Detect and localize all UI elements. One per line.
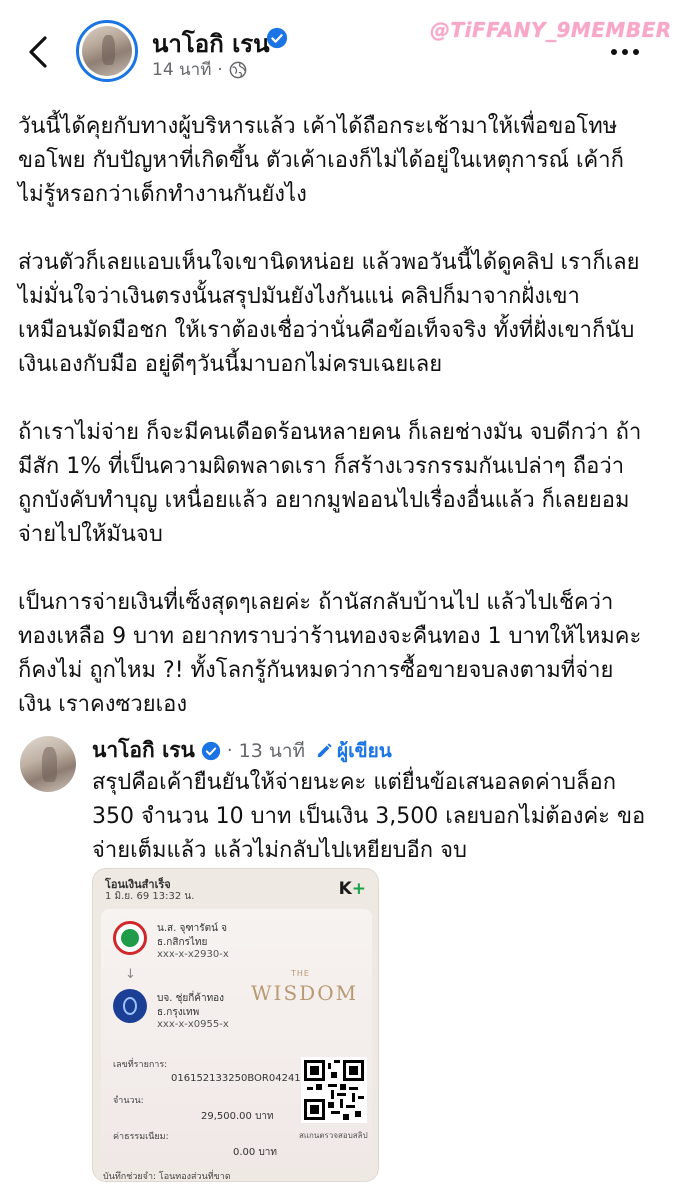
reference-value: 016152133250BOR04241 bbox=[171, 1073, 301, 1084]
back-button[interactable] bbox=[18, 30, 58, 74]
verified-badge-icon bbox=[201, 741, 221, 760]
wisdom-watermark: WISDOM bbox=[251, 981, 359, 1005]
qr-caption: สแกนตรวจสอบสลิป bbox=[299, 1131, 368, 1140]
author-badge-label: ผู้เขียน bbox=[337, 739, 392, 762]
watermark: @TiFFANY_9MEMBER bbox=[430, 18, 672, 42]
recipient-name: บจ. ชุ่ยกี่ค้าทอง bbox=[157, 993, 225, 1004]
comment-separator: · bbox=[226, 740, 233, 761]
arrow-down-icon: ↓ bbox=[125, 967, 136, 982]
more-options-button[interactable] bbox=[600, 40, 650, 64]
reference-label: เลขที่รายการ: bbox=[113, 1060, 168, 1070]
pencil-icon bbox=[317, 742, 332, 757]
bbl-logo-icon bbox=[113, 989, 147, 1023]
post-paragraph: ถ้าเราไม่จ่าย ก็จะมีคนเดือดร้อนหลายคน ก็… bbox=[18, 420, 642, 547]
comment-author-name[interactable]: นาโอกิ เรน bbox=[92, 734, 195, 767]
wisdom-watermark-small: THE bbox=[291, 969, 310, 978]
post-meta: 14 นาที · bbox=[152, 56, 247, 83]
globe-icon bbox=[229, 61, 247, 78]
slip-top-bar: โอนเงินสำเร็จ 1 มิ.ย. 69 13:32 น. K+ bbox=[93, 869, 378, 909]
post-paragraph: เป็นการจ่ายเงินที่เซ็งสุดๆเลยค่ะ ถ้านัสก… bbox=[18, 590, 642, 717]
slip-card: น.ส. จุฑารัตน์ จ ธ.กสิกรไทย xxx-x-x2930-… bbox=[101, 909, 372, 1167]
comment-text: สรุปคือเค้ายืนยันให้จ่ายนะคะ แต่ยื่นข้อเ… bbox=[92, 770, 646, 863]
fee-label: ค่าธรรมเนียม: bbox=[113, 1132, 169, 1142]
comment-avatar[interactable] bbox=[20, 736, 76, 792]
sender-bank: ธ.กสิกรไทย bbox=[157, 937, 208, 948]
post-header: นาโอกิ เรน 14 นาที · @TiFFANY_9MEMBER bbox=[0, 0, 677, 100]
slip-date: 1 มิ.ย. 69 13:32 น. bbox=[105, 891, 195, 902]
comment-header: นาโอกิ เรน · 13 นาที ผู้เขียน bbox=[92, 734, 392, 767]
comment-timestamp[interactable]: 13 นาที bbox=[239, 736, 305, 766]
fee-value: 0.00 บาท bbox=[233, 1147, 277, 1158]
back-arrow-icon bbox=[29, 36, 47, 68]
sender-name: น.ส. จุฑารัตน์ จ bbox=[157, 923, 227, 934]
amount-label: จำนวน: bbox=[113, 1096, 144, 1106]
post-paragraph: ส่วนตัวก็เลยแอบเห็นใจเขานิดหน่อย แล้วพอว… bbox=[18, 250, 640, 377]
kplus-logo: K+ bbox=[338, 879, 366, 899]
amount-value: 29,500.00 บาท bbox=[201, 1111, 274, 1122]
author-badge: ผู้เขียน bbox=[315, 736, 392, 766]
post-timestamp[interactable]: 14 นาที bbox=[152, 56, 211, 83]
author-avatar[interactable] bbox=[76, 20, 138, 82]
more-options-icon bbox=[611, 49, 617, 55]
meta-separator: · bbox=[217, 59, 223, 80]
sender-account: xxx-x-x2930-x bbox=[157, 949, 229, 960]
recipient-bank: ธ.กรุงเทพ bbox=[157, 1007, 200, 1018]
slip-note: บันทึกช่วยจำ: โอนทองส่วนที่ขาด bbox=[103, 1172, 231, 1182]
post-paragraph: วันนี้ได้คุยกับทางผู้บริหารแล้ว เค้าได้ถ… bbox=[18, 114, 624, 207]
kbank-logo-icon bbox=[113, 921, 147, 955]
verified-badge-icon bbox=[266, 27, 288, 49]
recipient-account: xxx-x-x0955-x bbox=[157, 1019, 229, 1030]
post-body: วันนี้ได้คุยกับทางผู้บริหารแล้ว เค้าได้ถ… bbox=[18, 110, 663, 756]
transfer-slip-image[interactable]: โอนเงินสำเร็จ 1 มิ.ย. 69 13:32 น. K+ น.ส… bbox=[92, 868, 379, 1182]
qr-code-icon bbox=[301, 1057, 367, 1123]
